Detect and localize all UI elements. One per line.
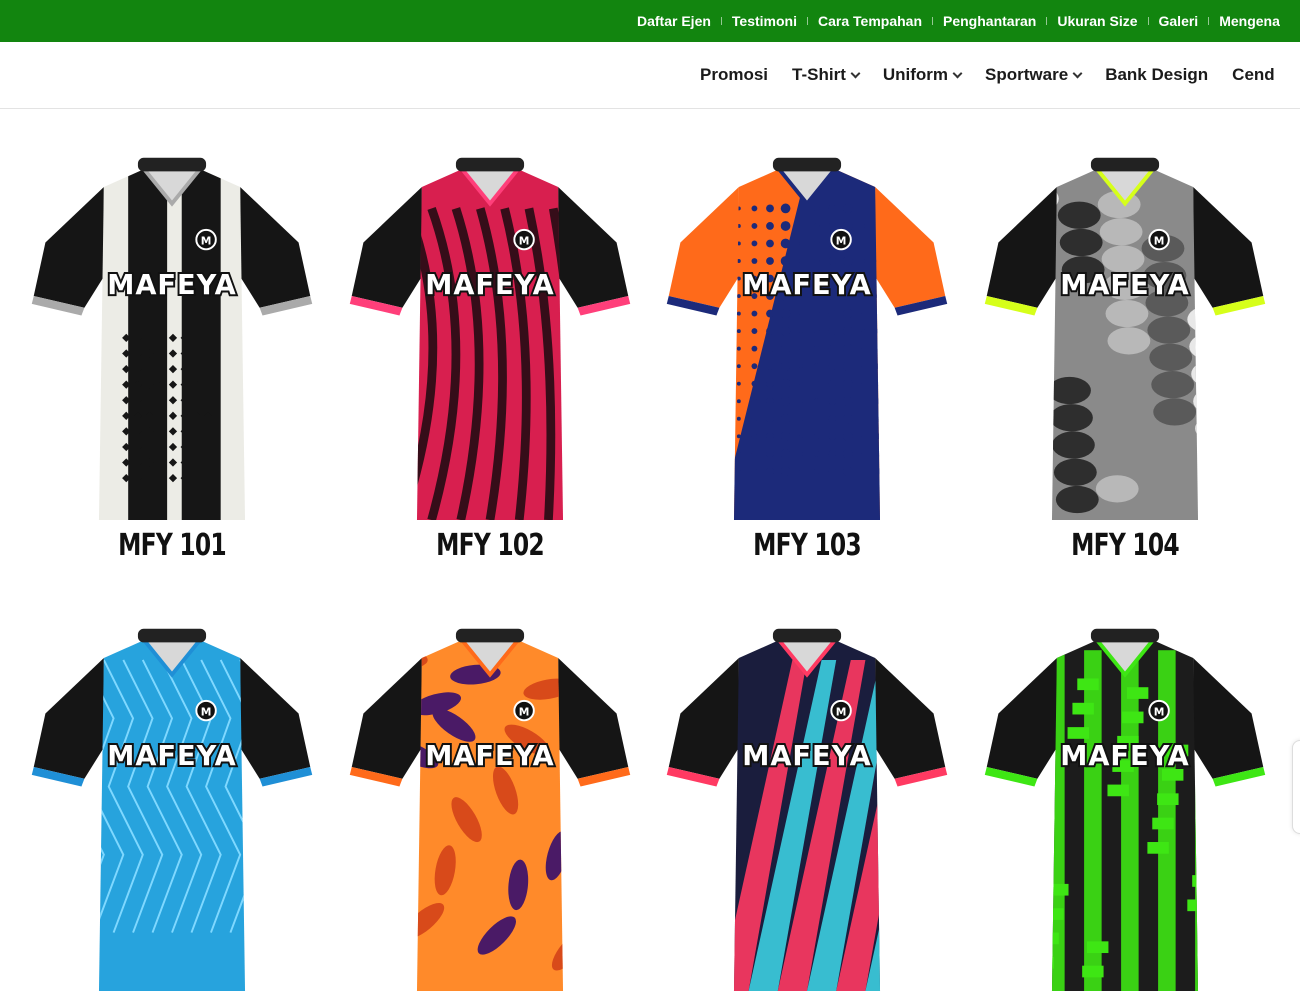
jersey-image: M MAFEYA: [31, 628, 313, 991]
nav-item-tshirt[interactable]: T-Shirt: [792, 65, 861, 85]
top-link-ukuran-size[interactable]: Ukuran Size: [1057, 13, 1137, 29]
product-card[interactable]: M MAFEYA MFY 102: [340, 150, 640, 563]
nav-links: Promosi T-Shirt Uniform Sportware Bank D…: [700, 42, 1299, 108]
top-link-penghantaran[interactable]: Penghantaran: [943, 13, 1036, 29]
product-card[interactable]: M MAFEYA: [657, 621, 957, 991]
svg-text:M: M: [519, 234, 530, 247]
top-bar: Daftar Ejen Testimoni Cara Tempahan Peng…: [0, 0, 1300, 42]
nav-label: Uniform: [882, 65, 949, 84]
svg-text:MAFEYA: MAFEYA: [742, 270, 872, 301]
product-title[interactable]: MFY 104: [1008, 528, 1242, 563]
jersey-image: M MAFEYA: [349, 628, 631, 991]
product-card[interactable]: M MAFEYA: [22, 621, 322, 991]
svg-text:M: M: [519, 705, 530, 718]
top-link-galeri[interactable]: Galeri: [1159, 13, 1199, 29]
top-link-mengenai[interactable]: Mengena: [1219, 13, 1280, 29]
separator: [932, 17, 933, 25]
product-title[interactable]: MFY 102: [373, 528, 607, 563]
top-link-cara-tempahan[interactable]: Cara Tempahan: [818, 13, 922, 29]
nav-label: T-Shirt: [792, 65, 846, 84]
svg-text:MAFEYA: MAFEYA: [1060, 741, 1190, 772]
separator: [1147, 17, 1149, 25]
nav-item-bank-design[interactable]: Bank Design: [1105, 65, 1208, 85]
top-links: Daftar Ejen Testimoni Cara Tempahan Peng…: [637, 0, 1280, 42]
svg-text:M: M: [201, 234, 212, 247]
jersey-image: M MAFEYA: [31, 157, 313, 520]
svg-text:MAFEYA: MAFEYA: [1060, 270, 1190, 301]
product-card[interactable]: M MAFEYA MFY 104: [975, 150, 1275, 563]
product-title[interactable]: MFY 101: [55, 528, 289, 563]
jersey-image: M MAFEYA: [349, 157, 631, 520]
top-link-daftar-ejen[interactable]: Daftar Ejen: [637, 13, 711, 29]
svg-text:M: M: [836, 234, 847, 247]
nav-item-uniform[interactable]: Uniform: [882, 65, 963, 85]
svg-text:MAFEYA: MAFEYA: [742, 741, 872, 772]
svg-text:M: M: [1154, 705, 1165, 718]
svg-text:MAFEYA: MAFEYA: [107, 741, 237, 772]
nav-label: Sportware: [985, 65, 1069, 84]
product-card[interactable]: M MAFEYA MFY 101: [22, 150, 322, 563]
product-card[interactable]: M MAFEYA: [340, 621, 640, 991]
chevron-down-icon: [850, 68, 861, 78]
nav-label: Promosi: [700, 65, 769, 84]
svg-text:M: M: [1154, 234, 1165, 247]
separator: [1208, 17, 1210, 25]
chevron-down-icon: [1072, 68, 1083, 78]
chevron-down-icon: [952, 68, 963, 78]
svg-text:MAFEYA: MAFEYA: [107, 270, 237, 301]
svg-text:MAFEYA: MAFEYA: [425, 270, 555, 301]
jersey-image: M MAFEYA: [666, 628, 948, 991]
nav-label: Cend: [1232, 65, 1275, 84]
jersey-image: M MAFEYA: [984, 628, 1266, 991]
nav-item-cenderamata[interactable]: Cend: [1232, 65, 1275, 85]
product-card[interactable]: M MAFEYA MFY 103: [657, 150, 957, 563]
separator: [720, 17, 722, 25]
jersey-image: M MAFEYA: [666, 157, 948, 520]
svg-text:M: M: [836, 705, 847, 718]
svg-text:MAFEYA: MAFEYA: [425, 741, 555, 772]
svg-text:M: M: [201, 705, 212, 718]
product-card[interactable]: M MAFEYA: [975, 621, 1275, 991]
side-widget-tab[interactable]: [1292, 740, 1300, 834]
main-nav: Promosi T-Shirt Uniform Sportware Bank D…: [0, 42, 1300, 109]
separator: [807, 17, 808, 25]
nav-item-sportware[interactable]: Sportware: [985, 65, 1083, 85]
jersey-image: M MAFEYA: [984, 157, 1266, 520]
top-link-testimoni[interactable]: Testimoni: [732, 13, 797, 29]
nav-item-promosi[interactable]: Promosi: [700, 65, 768, 85]
product-title[interactable]: MFY 103: [690, 528, 924, 563]
separator: [1046, 17, 1048, 25]
nav-label: Bank Design: [1105, 65, 1209, 84]
